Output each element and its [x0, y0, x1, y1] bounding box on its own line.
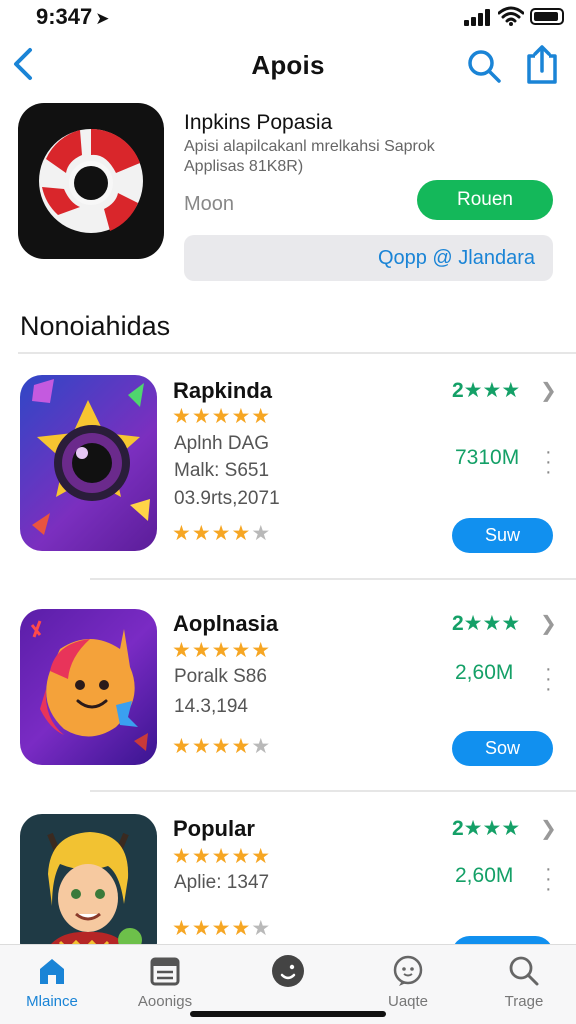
featured-desc-line: Applisas 81K8R) [184, 158, 304, 175]
tab-label: Trage [504, 993, 544, 1010]
battery-icon [530, 8, 564, 25]
featured-secondary-button[interactable]: Qopp @ Jlandara [184, 235, 553, 281]
app-detail: Aplnh DAG [174, 433, 270, 454]
location-arrow-icon: ➤ [95, 9, 110, 28]
tab-chat[interactable]: Uaqte [358, 953, 458, 1010]
featured-desc-line: Apisi alapilcakanl mrelkahsi Saprok [184, 138, 435, 155]
chevron-right-icon[interactable]: ❯ [540, 611, 557, 636]
chevron-right-icon[interactable]: ❯ [540, 816, 557, 841]
rating-badge: 2★★★ [452, 379, 521, 402]
tab-label: Aoonigs [137, 993, 193, 1010]
search-icon[interactable] [464, 46, 504, 86]
app-name: Rapkinda [173, 378, 273, 403]
app-detail: Malk: S651 [174, 460, 270, 481]
more-options-icon[interactable]: · · · [545, 659, 552, 699]
status-bar: 9:347 ➤ [0, 0, 576, 34]
app-action-button[interactable] [452, 936, 553, 944]
featured-app-meta: Moon [184, 193, 235, 215]
share-icon[interactable] [522, 44, 562, 86]
list-item[interactable]: Aoplnasia ★★★★★ Poralk S86 14.3,194 ★★★★… [0, 606, 576, 806]
app-icon[interactable] [20, 814, 157, 944]
home-icon [40, 959, 64, 984]
search-icon [509, 956, 539, 986]
tab-profile[interactable] [238, 953, 338, 993]
more-options-icon[interactable]: · · · [545, 442, 552, 482]
profile-icon [272, 955, 304, 987]
app-detail: 03.9rts,2071 [174, 488, 280, 509]
divider [90, 578, 576, 580]
tab-search[interactable]: Trage [474, 953, 574, 1010]
app-action-button[interactable]: Sow [452, 731, 553, 766]
app-name: Aoplnasia [173, 611, 279, 636]
featured-app-card: Inpkins Popasia Apisi alapilcakanl mrelk… [0, 100, 576, 290]
featured-app-description: Apisi alapilcakanl mrelkahsi Saprok Appl… [184, 137, 484, 177]
get-button[interactable]: Rouen [417, 180, 553, 220]
tab-calendar[interactable]: Aoonigs [115, 953, 215, 1010]
star-rating: ★★★★★ [172, 639, 272, 662]
featured-app-name: Inpkins Popasia [184, 111, 333, 134]
navigation-bar: Apois [0, 40, 576, 92]
tab-home[interactable]: Mlaince [2, 953, 102, 1010]
app-size: 7310M [455, 446, 520, 469]
tab-label: Mlaince [26, 993, 78, 1010]
list-item[interactable]: Rapkinda ★★★★★ Aplnh DAG Malk: S651 03.9… [0, 373, 576, 573]
star-rating: ★★★★★ [172, 735, 272, 758]
app-action-button[interactable]: Suw [452, 518, 553, 553]
star-rating: ★★★★★ [172, 917, 272, 940]
app-icon[interactable] [20, 609, 157, 765]
star-rating: ★★★★★ [172, 522, 272, 545]
divider [18, 352, 576, 354]
chat-icon [393, 955, 423, 986]
tab-label: Uaqte [387, 993, 429, 1010]
star-rating: ★★★★★ [172, 405, 272, 428]
cellular-signal-icon [464, 8, 492, 26]
calendar-icon [150, 957, 180, 986]
app-detail: 14.3,194 [174, 696, 248, 717]
app-detail: Aplie: 1347 [174, 872, 270, 893]
featured-app-icon[interactable] [18, 103, 164, 259]
divider [90, 790, 576, 792]
rating-badge: 2★★★ [452, 612, 521, 635]
app-detail: Poralk S86 [174, 666, 267, 687]
list-item[interactable]: Popular ★★★★★ Aplie: 1347 ★★★★★ 2★★★ ❯ 2… [0, 812, 576, 944]
app-size: 2,60M [455, 864, 514, 887]
home-indicator [190, 1011, 386, 1017]
app-name: Popular [173, 816, 255, 841]
rating-badge: 2★★★ [452, 817, 521, 840]
app-size: 2,60M [455, 661, 514, 684]
section-title: Nonoiahidas [20, 311, 171, 341]
chevron-right-icon[interactable]: ❯ [540, 378, 557, 403]
app-icon[interactable] [20, 375, 157, 551]
status-time: 9:347 ➤ [36, 4, 110, 29]
wifi-icon [498, 6, 524, 26]
star-rating: ★★★★★ [172, 845, 272, 868]
more-options-icon[interactable]: · · · [545, 859, 552, 899]
